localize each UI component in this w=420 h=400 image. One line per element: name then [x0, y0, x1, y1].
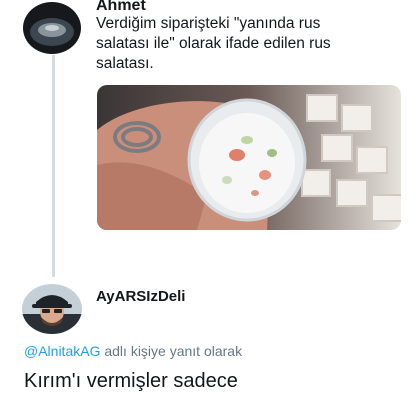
salad-photo	[97, 85, 401, 230]
avatar-ayarsizdeli[interactable]	[22, 284, 82, 334]
tweet-image[interactable]	[97, 85, 401, 230]
tweet-text-line: salatası ile" olarak ifade edilen rus	[96, 35, 331, 52]
tweet-text: Verdiğim siparişteki "yanında rus salata…	[96, 14, 331, 74]
tweet-author-name[interactable]: Ahmet	[96, 0, 146, 15]
reply-author-name[interactable]: AyARSIzDeli	[96, 288, 185, 305]
reply-tweet-text: Kırım'ı vermişler sadece	[24, 370, 238, 392]
tweet-text-line: salatası.	[96, 55, 154, 72]
tweet-text-line: Verdiğim siparişteki "yanında rus	[96, 15, 321, 32]
avatar-ahmet[interactable]	[23, 2, 81, 54]
replying-to-line: @AlnitakAG adlı kişiye yanıt olarak	[24, 343, 242, 359]
thread-connector-line	[52, 55, 55, 277]
replying-to-label: adlı kişiye yanıt olarak	[104, 343, 243, 359]
reply-mention-link[interactable]: @AlnitakAG	[24, 343, 100, 359]
